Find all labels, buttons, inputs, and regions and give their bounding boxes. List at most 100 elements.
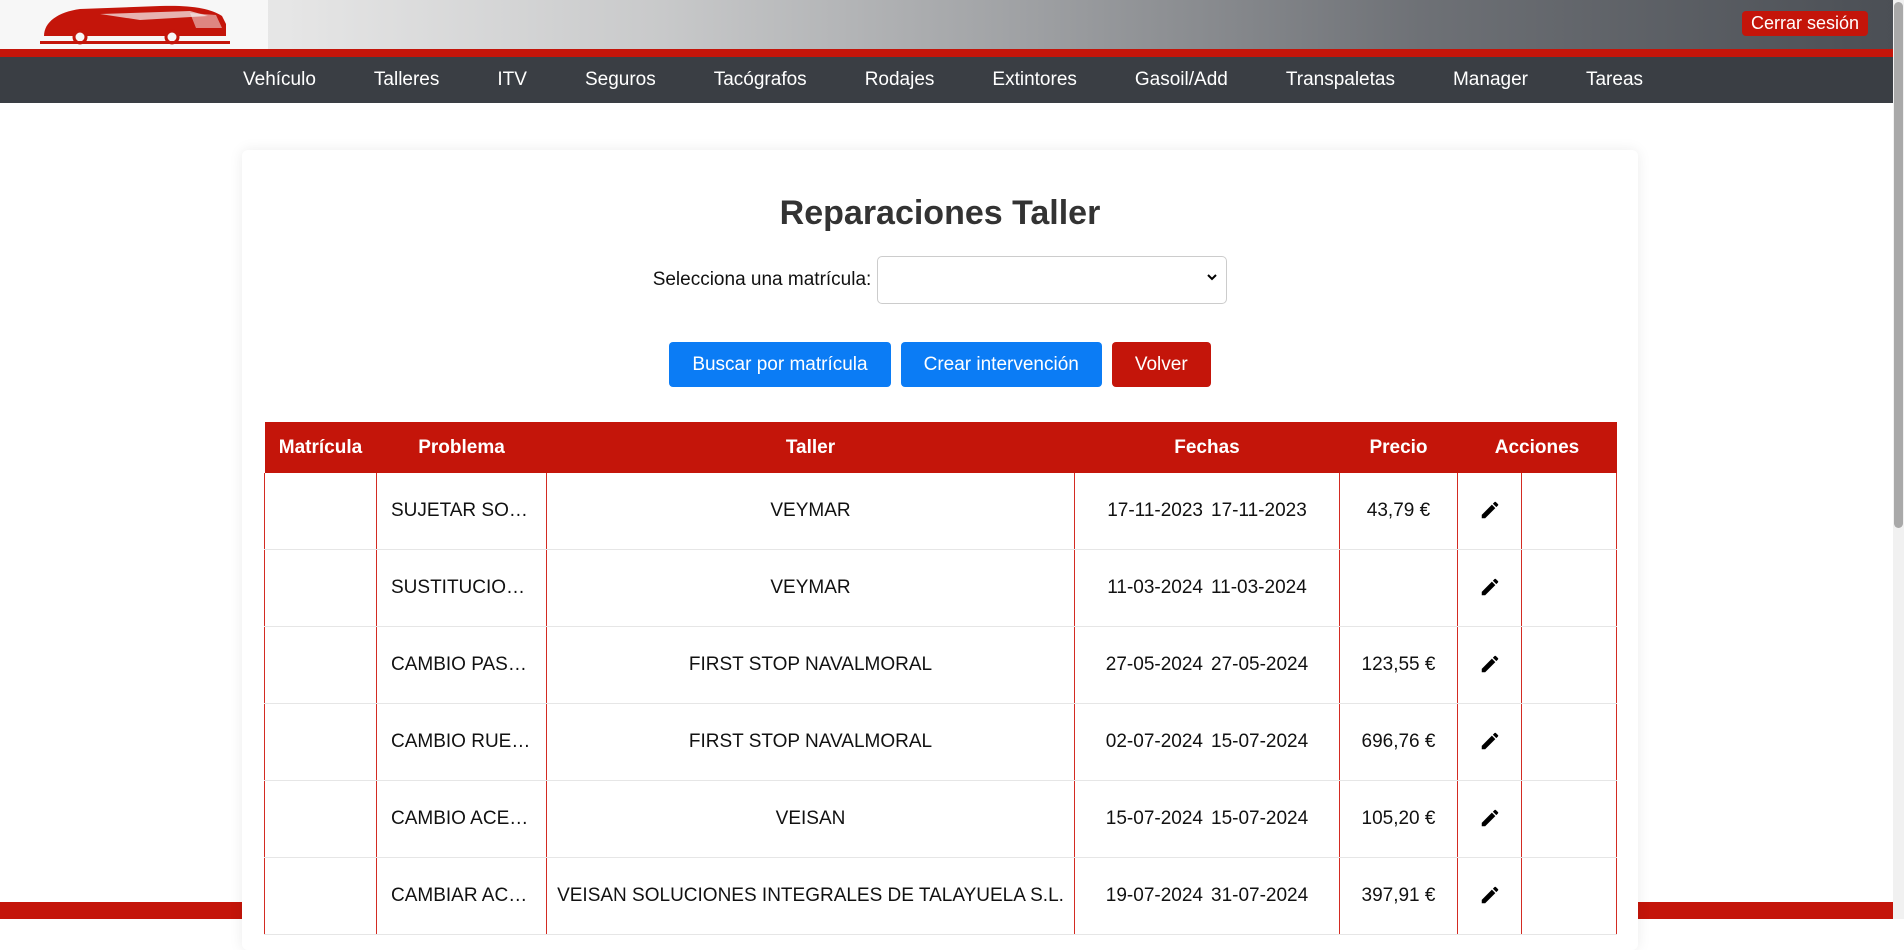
nav-item-rodajes[interactable]: Rodajes xyxy=(865,57,935,103)
cell-taller: FIRST STOP NAVALMORAL xyxy=(546,626,1075,704)
fecha-inicio: 15-07-2024 xyxy=(1105,808,1203,829)
plate-select[interactable] xyxy=(877,256,1228,304)
cell-precio: 105,20 € xyxy=(1339,780,1458,858)
back-button[interactable]: Volver xyxy=(1111,342,1211,387)
cell-extra-action xyxy=(1520,626,1618,704)
fecha-inicio: 02-07-2024 xyxy=(1105,731,1203,752)
fecha-fin: 31-07-2024 xyxy=(1211,885,1309,906)
cell-precio xyxy=(1339,549,1458,627)
header-problema[interactable]: Problema xyxy=(376,422,547,473)
create-intervention-button[interactable]: Crear intervención xyxy=(900,342,1102,387)
pencil-icon[interactable] xyxy=(1478,807,1502,831)
cell-matricula xyxy=(264,626,377,704)
fecha-fin: 11-03-2024 xyxy=(1211,577,1307,598)
cell-precio: 397,91 € xyxy=(1339,857,1458,935)
nav-item-extintores[interactable]: Extintores xyxy=(992,57,1076,103)
cell-problema: CAMBIAR AC… xyxy=(376,857,547,935)
nav-item-itv[interactable]: ITV xyxy=(497,57,527,103)
cell-edit xyxy=(1457,626,1522,704)
pencil-icon[interactable] xyxy=(1478,576,1502,600)
cell-fechas: 11-03-2024 11-03-2024 xyxy=(1074,549,1340,627)
cell-problema: SUJETAR SO… xyxy=(376,473,547,550)
table-row: CAMBIO ACE… VEISAN 15-07-2024 15-07-2024 105… xyxy=(264,780,1618,858)
cell-fechas: 15-07-2024 15-07-2024 xyxy=(1074,780,1340,858)
cell-precio: 123,55 € xyxy=(1339,626,1458,704)
pencil-icon[interactable] xyxy=(1478,884,1502,908)
page-scrollbar[interactable] xyxy=(1893,0,1904,919)
fecha-fin: 17-11-2023 xyxy=(1211,500,1307,521)
header-matricula[interactable]: Matrícula xyxy=(264,422,377,473)
cell-fechas: 19-07-2024 31-07-2024 xyxy=(1074,857,1340,935)
table-row: CAMBIO PAS… FIRST STOP NAVALMORAL 27-05-20… xyxy=(264,626,1618,704)
cell-problema: CAMBIO PAS… xyxy=(376,626,547,704)
top-header: Cerrar sesión xyxy=(0,0,1893,49)
nav-item-tareas[interactable]: Tareas xyxy=(1586,57,1643,103)
cell-taller: FIRST STOP NAVALMORAL xyxy=(546,703,1075,781)
cell-extra-action xyxy=(1520,780,1618,858)
cell-precio: 696,76 € xyxy=(1339,703,1458,781)
plate-select-label: Selecciona una matrícula: xyxy=(652,269,872,290)
pencil-icon[interactable] xyxy=(1478,499,1502,523)
header-acciones: Acciones xyxy=(1457,422,1617,473)
cell-extra-action xyxy=(1520,549,1618,627)
cell-extra-action xyxy=(1520,473,1618,550)
cell-edit xyxy=(1457,857,1522,935)
search-by-plate-button[interactable]: Buscar por matrícula xyxy=(669,342,891,387)
chevron-down-icon xyxy=(1206,270,1218,286)
cell-fechas: 02-07-2024 15-07-2024 xyxy=(1074,703,1340,781)
nav-item-transpaletas[interactable]: Transpaletas xyxy=(1286,57,1395,103)
fecha-inicio: 27-05-2024 xyxy=(1105,654,1203,675)
cell-matricula xyxy=(264,857,377,935)
nav-item-talleres[interactable]: Talleres xyxy=(374,57,439,103)
cell-problema: CAMBIO RUE… xyxy=(376,703,547,781)
header-precio[interactable]: Precio xyxy=(1339,422,1458,473)
fecha-fin: 15-07-2024 xyxy=(1211,808,1309,829)
main-nav: Vehículo Talleres ITV Seguros Tacógrafos Roda… xyxy=(0,57,1893,103)
logout-button[interactable]: Cerrar sesión xyxy=(1741,11,1868,36)
cell-edit xyxy=(1457,703,1522,781)
nav-item-seguros[interactable]: Seguros xyxy=(585,57,656,103)
cell-fechas: 17-11-2023 17-11-2023 xyxy=(1074,473,1340,550)
page-title: Reparaciones Taller xyxy=(779,194,1101,232)
table-row: CAMBIO RUE… FIRST STOP NAVALMORAL 02-07-20… xyxy=(264,703,1618,781)
cell-matricula xyxy=(264,549,377,627)
cell-edit xyxy=(1457,473,1522,550)
nav-item-tac-grafos[interactable]: Tacógrafos xyxy=(714,57,807,103)
repairs-card: Reparaciones Taller Selecciona una matrí… xyxy=(242,150,1638,950)
scrollbar-thumb[interactable] xyxy=(1894,2,1903,528)
cell-problema: SUSTITUCIO… xyxy=(376,549,547,627)
fecha-fin: 27-05-2024 xyxy=(1211,654,1309,675)
action-buttons: Buscar por matrícula Crear intervención … xyxy=(242,342,1638,387)
table-row: SUJETAR SO… VEYMAR 17-11-2023 17-11-2023 43,… xyxy=(264,473,1618,550)
cell-extra-action xyxy=(1520,703,1618,781)
nav-item-manager[interactable]: Manager xyxy=(1453,57,1528,103)
nav-item-gasoil-add[interactable]: Gasoil/Add xyxy=(1135,57,1228,103)
table-row: CAMBIAR AC… VEISAN SOLUCIONES INTEGRALES … xyxy=(264,857,1618,935)
header-taller[interactable]: Taller xyxy=(546,422,1075,473)
repairs-table: Matrícula Problema Taller Fechas Precio … xyxy=(264,422,1618,935)
logo[interactable] xyxy=(0,0,268,49)
cell-taller: VEYMAR xyxy=(546,473,1075,550)
header-red-stripe xyxy=(0,49,1893,57)
cell-taller: VEISAN xyxy=(546,780,1075,858)
header-fechas[interactable]: Fechas xyxy=(1074,422,1340,473)
plate-select-row: Selecciona una matrícula: xyxy=(242,256,1638,304)
fecha-inicio: 17-11-2023 xyxy=(1107,500,1203,521)
pencil-icon[interactable] xyxy=(1478,653,1502,677)
cell-edit xyxy=(1457,780,1522,858)
cell-edit xyxy=(1457,549,1522,627)
cell-matricula xyxy=(264,703,377,781)
cell-precio: 43,79 € xyxy=(1339,473,1458,550)
table-header-row: Matrícula Problema Taller Fechas Precio … xyxy=(264,422,1617,473)
cell-matricula xyxy=(264,473,377,550)
fecha-fin: 15-07-2024 xyxy=(1211,731,1309,752)
bus-logo-icon xyxy=(40,5,230,45)
cell-taller: VEISAN SOLUCIONES INTEGRALES DE TALAYUEL… xyxy=(546,857,1075,935)
cell-taller: VEYMAR xyxy=(546,549,1075,627)
cell-extra-action xyxy=(1520,857,1618,935)
pencil-icon[interactable] xyxy=(1478,730,1502,754)
nav-item-veh-culo[interactable]: Vehículo xyxy=(243,57,316,103)
fecha-inicio: 19-07-2024 xyxy=(1105,885,1203,906)
fecha-inicio: 11-03-2024 xyxy=(1107,577,1203,598)
table-row: SUSTITUCIO… VEYMAR 11-03-2024 11-03-2024 xyxy=(264,549,1618,627)
